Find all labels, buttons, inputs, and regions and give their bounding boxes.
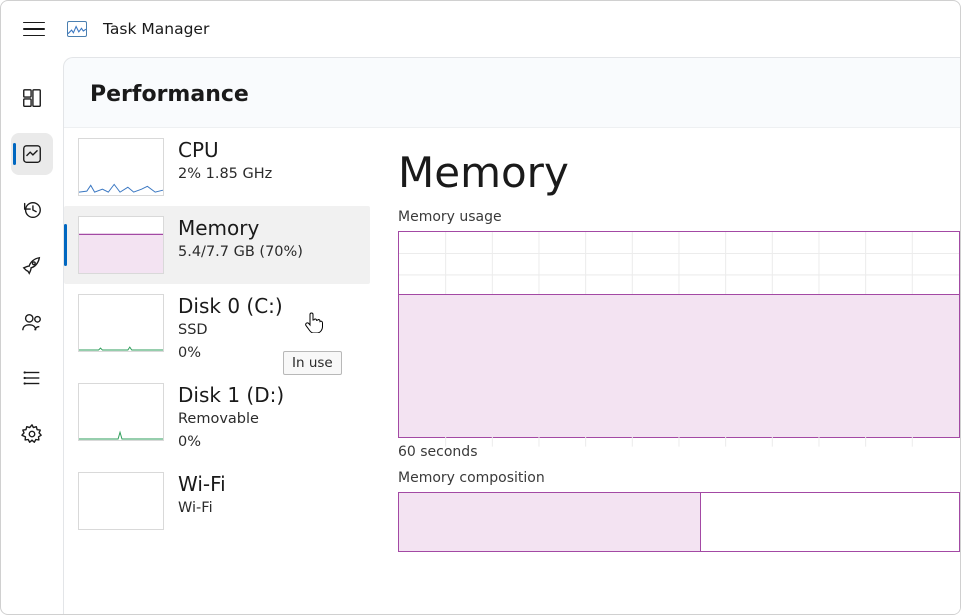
disk0-title: Disk 0 (C:) bbox=[178, 294, 283, 318]
app-title: Task Manager bbox=[103, 20, 209, 38]
disk1-subtitle-2: 0% bbox=[178, 433, 284, 453]
memory-detail-panel: Memory Memory usage bbox=[370, 128, 960, 614]
page-body: CPU 2% 1.85 GHz Memory bbox=[64, 127, 960, 614]
nav-app-history[interactable] bbox=[11, 189, 53, 231]
usage-label: Memory usage bbox=[398, 209, 960, 225]
disk1-subtitle-1: Removable bbox=[178, 410, 284, 430]
memory-usage-fill bbox=[399, 294, 959, 438]
category-disk1[interactable]: Disk 1 (D:) Removable 0% bbox=[64, 373, 370, 462]
wifi-subtitle: Wi-Fi bbox=[178, 499, 226, 519]
disk1-thumbnail-chart bbox=[78, 383, 164, 441]
memory-title: Memory bbox=[178, 216, 303, 240]
hamburger-menu-button[interactable] bbox=[23, 15, 51, 43]
content-surface: Performance CPU 2% 1.85 GHz bbox=[63, 57, 960, 614]
disk0-subtitle-2: 0% bbox=[178, 344, 283, 364]
nav-settings[interactable] bbox=[11, 413, 53, 455]
nav-processes[interactable] bbox=[11, 77, 53, 119]
category-disk0[interactable]: Disk 0 (C:) SSD 0% bbox=[64, 284, 370, 373]
memory-composition-chart bbox=[398, 492, 960, 552]
nav-startup-apps[interactable] bbox=[11, 245, 53, 287]
memory-subtitle: 5.4/7.7 GB (70%) bbox=[178, 243, 303, 263]
page-title: Performance bbox=[90, 82, 960, 107]
disk1-title: Disk 1 (D:) bbox=[178, 383, 284, 407]
performance-category-list: CPU 2% 1.85 GHz Memory bbox=[64, 128, 370, 614]
wifi-thumbnail-chart bbox=[78, 472, 164, 530]
category-wifi[interactable]: Wi-Fi Wi-Fi bbox=[64, 462, 370, 540]
disk0-subtitle-1: SSD bbox=[178, 321, 283, 341]
memory-usage-chart bbox=[398, 231, 960, 438]
page-header: Performance bbox=[64, 58, 960, 127]
nav-rail bbox=[1, 57, 63, 614]
category-memory[interactable]: Memory 5.4/7.7 GB (70%) bbox=[64, 206, 370, 284]
disk0-thumbnail-chart bbox=[78, 294, 164, 352]
cpu-title: CPU bbox=[178, 138, 272, 162]
task-manager-icon bbox=[67, 21, 87, 37]
cpu-thumbnail-chart bbox=[78, 138, 164, 196]
category-cpu[interactable]: CPU 2% 1.85 GHz bbox=[64, 128, 370, 206]
nav-details[interactable] bbox=[11, 357, 53, 399]
memory-composition-fill bbox=[399, 493, 701, 551]
detail-title: Memory bbox=[398, 148, 960, 197]
memory-thumbnail-chart bbox=[78, 216, 164, 274]
cpu-subtitle: 2% 1.85 GHz bbox=[178, 165, 272, 185]
title-bar: Task Manager bbox=[1, 1, 960, 57]
task-manager-window: Task Manager bbox=[0, 0, 961, 615]
window-body: Performance CPU 2% 1.85 GHz bbox=[1, 57, 960, 614]
nav-performance[interactable] bbox=[11, 133, 53, 175]
composition-label: Memory composition bbox=[398, 470, 960, 486]
wifi-title: Wi-Fi bbox=[178, 472, 226, 496]
nav-users[interactable] bbox=[11, 301, 53, 343]
